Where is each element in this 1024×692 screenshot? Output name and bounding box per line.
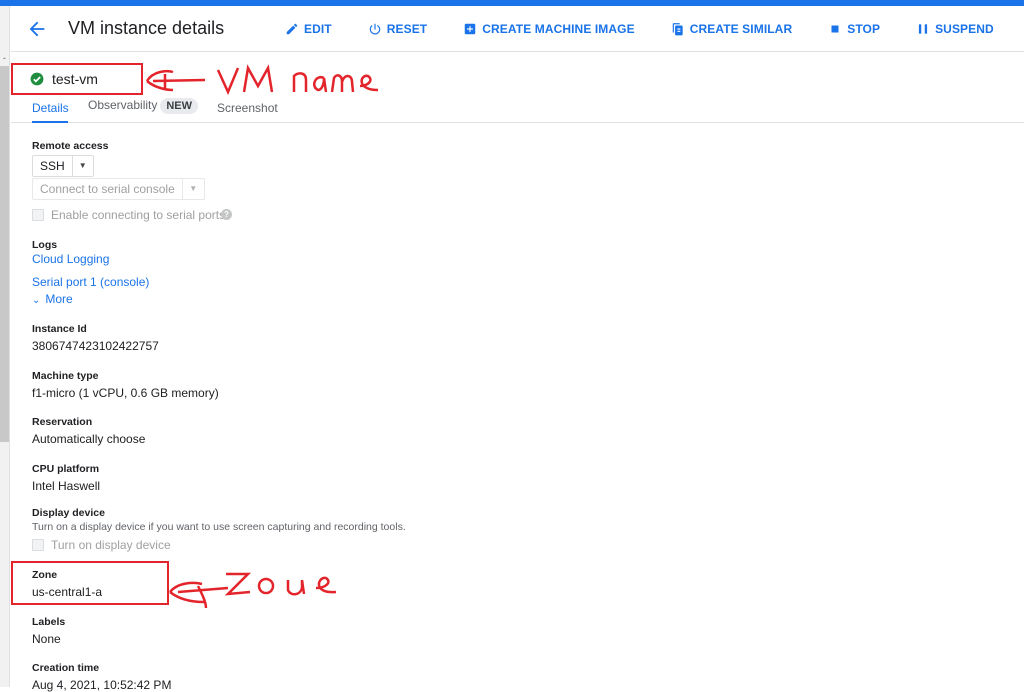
create-similar-button[interactable]: CREATE SIMILAR [671, 20, 793, 38]
suspend-label: SUSPEND [935, 22, 994, 36]
more-toggle[interactable]: ⌄ More [32, 292, 73, 306]
chevron-double-down-icon: ⌄ [32, 295, 41, 306]
create-similar-label: CREATE SIMILAR [689, 22, 793, 36]
edit-button[interactable]: EDIT [285, 20, 332, 38]
cloud-logging-link[interactable]: Cloud Logging [32, 252, 109, 266]
labels-value: None [32, 632, 61, 646]
display-device-checkbox[interactable] [32, 539, 44, 551]
ssh-dropdown-arrow-icon[interactable]: ▼ [73, 156, 93, 176]
stop-icon [831, 25, 839, 33]
display-device-checkbox-label: Turn on display device [51, 538, 171, 552]
add-box-icon [465, 23, 476, 35]
vm-name: test-vm [52, 71, 98, 87]
enable-serial-label: Enable connecting to serial ports [51, 208, 226, 222]
display-device-label: Display device [32, 507, 105, 519]
copy-doc-icon [672, 23, 683, 36]
more-label: More [45, 292, 73, 306]
left-scrollbar-track[interactable]: ˆ [0, 6, 10, 687]
scroll-up-icon[interactable]: ˆ [0, 58, 9, 66]
suspend-button[interactable]: SUSPEND [916, 20, 994, 38]
machine-type-value: f1-micro (1 vCPU, 0.6 GB memory) [32, 386, 219, 400]
tab-details[interactable]: Details [32, 101, 69, 115]
pause-icon [918, 24, 928, 34]
page-header: VM instance details EDIT RESET CREATE MA… [11, 6, 1024, 52]
annotation-text-vm-name [216, 64, 379, 96]
machine-type-label: Machine type [32, 370, 99, 382]
new-badge: NEW [160, 98, 199, 114]
reservation-value: Automatically choose [32, 432, 146, 446]
serial-console-button[interactable]: Connect to serial console [33, 179, 183, 199]
reservation-label: Reservation [32, 416, 93, 428]
arrow-back-icon[interactable] [26, 18, 48, 40]
creation-time-value: Aug 4, 2021, 10:52:42 PM [32, 678, 172, 692]
reset-label: RESET [386, 22, 428, 36]
remote-access-label: Remote access [32, 140, 109, 152]
create-machine-image-button[interactable]: CREATE MACHINE IMAGE [463, 20, 635, 38]
zone-label: Zone [32, 569, 58, 581]
enable-serial-checkbox[interactable] [32, 209, 44, 221]
cpu-platform-label: CPU platform [32, 463, 100, 475]
ssh-button[interactable]: SSH [33, 156, 73, 176]
check-circle-icon [30, 72, 44, 86]
serial-console-dropdown-arrow-icon[interactable]: ▼ [183, 179, 204, 199]
pencil-icon [286, 23, 298, 35]
annotation-arrow-vm-name [145, 69, 206, 92]
active-tab-indicator [32, 121, 68, 123]
page-title: VM instance details [68, 18, 225, 38]
tab-bar: Details Observability NEW Screenshot [11, 96, 1024, 123]
logs-label: Logs [32, 239, 58, 251]
create-machine-image-label: CREATE MACHINE IMAGE [482, 22, 635, 36]
ssh-split-button: SSH ▼ [32, 155, 94, 177]
cpu-platform-value: Intel Haswell [32, 479, 101, 493]
stop-label: STOP [847, 22, 881, 36]
display-device-hint: Turn on a display device if you want to … [32, 521, 406, 533]
reset-button[interactable]: RESET [368, 20, 428, 38]
creation-time-label: Creation time [32, 662, 100, 674]
serial-port-link[interactable]: Serial port 1 (console) [32, 275, 149, 289]
tab-screenshot-label: Screenshot [217, 101, 278, 115]
tab-details-label: Details [32, 101, 69, 115]
help-icon[interactable]: ? [221, 209, 232, 220]
tab-screenshot[interactable]: Screenshot [217, 101, 278, 115]
instance-id-label: Instance Id [32, 323, 87, 335]
annotation-text-zone [224, 572, 337, 596]
tab-observability-label: Observability [88, 98, 158, 112]
zone-value: us-central1-a [32, 585, 103, 599]
instance-id-value: 3806747423102422757 [32, 339, 159, 353]
scrollbar-thumb[interactable] [0, 66, 9, 442]
tab-observability[interactable]: Observability NEW [88, 98, 199, 114]
serial-console-split-button: Connect to serial console ▼ [32, 178, 205, 200]
edit-label: EDIT [304, 22, 332, 36]
labels-label: Labels [32, 616, 66, 628]
stop-button[interactable]: STOP [828, 20, 880, 38]
action-toolbar: EDIT RESET CREATE MACHINE IMAGE CREATE S… [285, 20, 1024, 38]
power-icon [369, 23, 380, 35]
